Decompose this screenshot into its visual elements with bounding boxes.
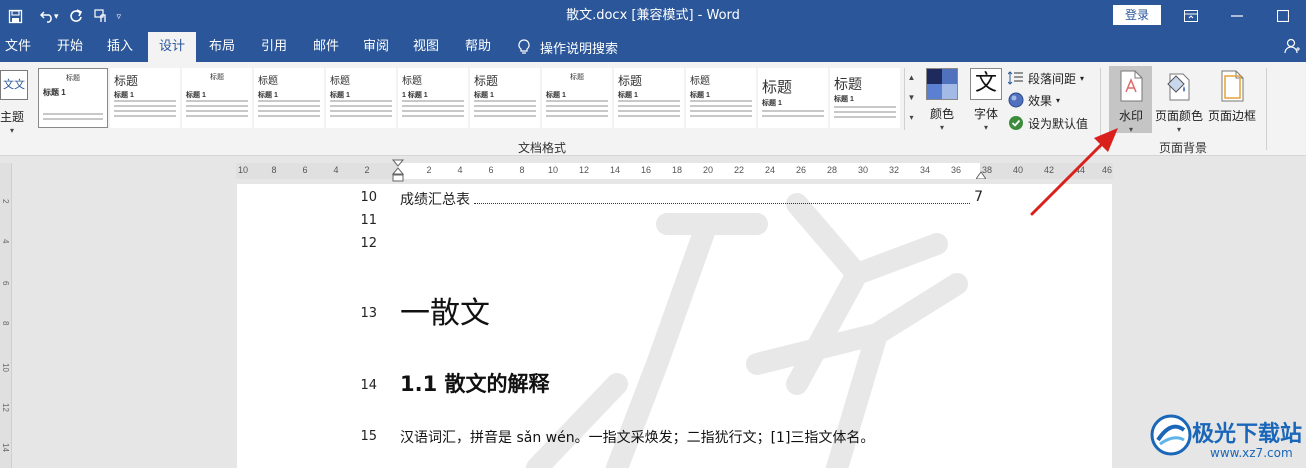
tab-design[interactable]: 设计 <box>148 32 196 62</box>
gallery-scroll-up-icon[interactable]: ▲ <box>905 68 918 88</box>
style-set-item[interactable]: 标题 标题 1 <box>254 68 324 128</box>
tab-file[interactable]: 文件 <box>0 32 36 62</box>
style-set-item[interactable]: 标题 1 标题 1 <box>398 68 468 128</box>
site-logo-name: 极光下载站 <box>1192 422 1303 447</box>
gallery-more-icon[interactable]: ▾ <box>905 108 918 128</box>
toc-leader <box>474 189 971 204</box>
watermark-icon <box>1115 70 1147 102</box>
effects-button[interactable]: 效果 ▾ <box>1008 90 1060 110</box>
indent-marker-icon[interactable] <box>392 159 404 183</box>
page-borders-button[interactable]: 页面边框 <box>1206 70 1258 124</box>
style-set-item[interactable]: 标题 标题 1 <box>686 68 756 128</box>
tab-layout[interactable]: 布局 <box>200 32 244 62</box>
style-set-item[interactable]: 标题 标题 1 <box>182 68 252 128</box>
tab-help[interactable]: 帮助 <box>456 32 500 62</box>
themes-button[interactable]: 文文 主题 ▾ <box>0 68 32 135</box>
site-logo-icon <box>1150 414 1192 456</box>
document-page[interactable]: 10 成绩汇总表 7 11 12 13 一散文 14 1.1 散文的解释 15 … <box>237 184 1112 468</box>
gallery-scroll-down-icon[interactable]: ▼ <box>905 88 918 108</box>
themes-dropdown-icon: ▾ <box>10 126 15 135</box>
maximize-icon[interactable] <box>1260 0 1306 32</box>
body-paragraph[interactable]: 汉语词汇，拼音是 sǎn wén。一指文采焕发；二指犹行文；[1]三指文体名。 <box>400 427 874 447</box>
page-color-icon <box>1163 70 1195 102</box>
paragraph-spacing-button[interactable]: 段落间距 ▾ <box>1008 68 1084 88</box>
title-bar: ▾ ▿ 散文.docx [兼容模式] - Word 登录 <box>0 0 1306 32</box>
ribbon-display-options-icon[interactable] <box>1168 0 1214 32</box>
style-set-item[interactable]: 标题 标题 1 <box>110 68 180 128</box>
minimize-icon[interactable] <box>1214 0 1260 32</box>
colors-dropdown-icon: ▾ <box>939 123 944 132</box>
tell-me-search[interactable]: 操作说明搜索 <box>518 32 618 62</box>
paragraph-spacing-dropdown-icon: ▾ <box>1080 73 1085 83</box>
line-number: 10 <box>360 190 377 205</box>
annotation-arrow-icon <box>1030 128 1118 216</box>
gallery-scrollbar: ▲ ▼ ▾ <box>904 68 918 130</box>
tab-insert[interactable]: 插入 <box>98 32 142 62</box>
page-background-group-label: 页面背景 <box>1159 141 1208 155</box>
site-logo: 极光下载站 www.xz7.com <box>1150 408 1306 468</box>
line-number: 11 <box>360 213 377 228</box>
fonts-icon: 文 <box>970 68 1002 100</box>
share-person-icon[interactable] <box>1284 38 1302 59</box>
line-number: 14 <box>360 378 377 393</box>
effects-dropdown-icon: ▾ <box>1056 95 1061 105</box>
style-set-item[interactable]: 标题 标题 1 <box>758 68 828 128</box>
tab-home[interactable]: 开始 <box>48 32 92 62</box>
tab-review[interactable]: 审阅 <box>354 32 398 62</box>
site-logo-url: www.xz7.com <box>1210 446 1293 460</box>
style-set-item[interactable]: 标题 标题 1 <box>470 68 540 128</box>
page-borders-icon <box>1216 70 1248 102</box>
group-separator <box>1266 68 1267 150</box>
heading-2[interactable]: 1.1 散文的解释 <box>400 368 550 398</box>
line-number: 12 <box>360 236 377 251</box>
themes-icon: 文文 <box>0 70 28 100</box>
effects-icon <box>1008 92 1024 108</box>
tab-view[interactable]: 视图 <box>404 32 448 62</box>
sign-in-button[interactable]: 登录 <box>1113 5 1161 25</box>
tab-references[interactable]: 引用 <box>252 32 296 62</box>
heading-1[interactable]: 一散文 <box>400 288 490 332</box>
document-formatting-group-label: 文档格式 <box>518 141 567 155</box>
page-color-button[interactable]: 页面颜色 ▾ <box>1154 70 1204 134</box>
line-number: 13 <box>360 306 377 321</box>
lightbulb-icon <box>518 39 530 55</box>
horizontal-ruler[interactable]: 10 8 6 4 2 2 4 6 8 10 12 14 16 18 20 22 … <box>236 159 1113 182</box>
style-set-item[interactable]: 标题 标题 1 <box>614 68 684 128</box>
tab-mailings[interactable]: 邮件 <box>304 32 348 62</box>
toc-entry[interactable]: 成绩汇总表 7 <box>400 189 983 209</box>
right-indent-marker-icon[interactable] <box>976 171 986 179</box>
page-color-dropdown-icon: ▾ <box>1176 125 1181 134</box>
line-number: 15 <box>360 429 377 444</box>
search-label: 操作说明搜索 <box>540 41 619 57</box>
themes-label: 主题 <box>0 110 25 124</box>
style-set-item[interactable]: 标题 标题 1 <box>38 68 108 128</box>
paragraph-spacing-icon <box>1008 70 1024 86</box>
color-palette-icon <box>926 68 958 100</box>
vertical-ruler[interactable]: 2 4 6 8 10 12 14 <box>0 163 12 468</box>
fonts-dropdown-icon: ▾ <box>983 123 988 132</box>
style-set-item[interactable]: 标题 标题 1 <box>830 68 900 128</box>
check-icon <box>1008 115 1024 131</box>
colors-button[interactable]: 颜色 ▾ <box>922 68 962 132</box>
style-set-gallery: 标题 标题 1 标题 标题 1 标题 标题 1 标题 标题 1 标题 标题 1 … <box>36 68 904 130</box>
window-title: 散文.docx [兼容模式] - Word <box>566 8 740 23</box>
ribbon-tab-bar: 文件 开始 插入 设计 布局 引用 邮件 审阅 视图 帮助 操作说明搜索 <box>0 32 1306 62</box>
style-set-item[interactable]: 标题 标题 1 <box>542 68 612 128</box>
fonts-button[interactable]: 文 字体 ▾ <box>966 68 1006 132</box>
style-set-item[interactable]: 标题 标题 1 <box>326 68 396 128</box>
